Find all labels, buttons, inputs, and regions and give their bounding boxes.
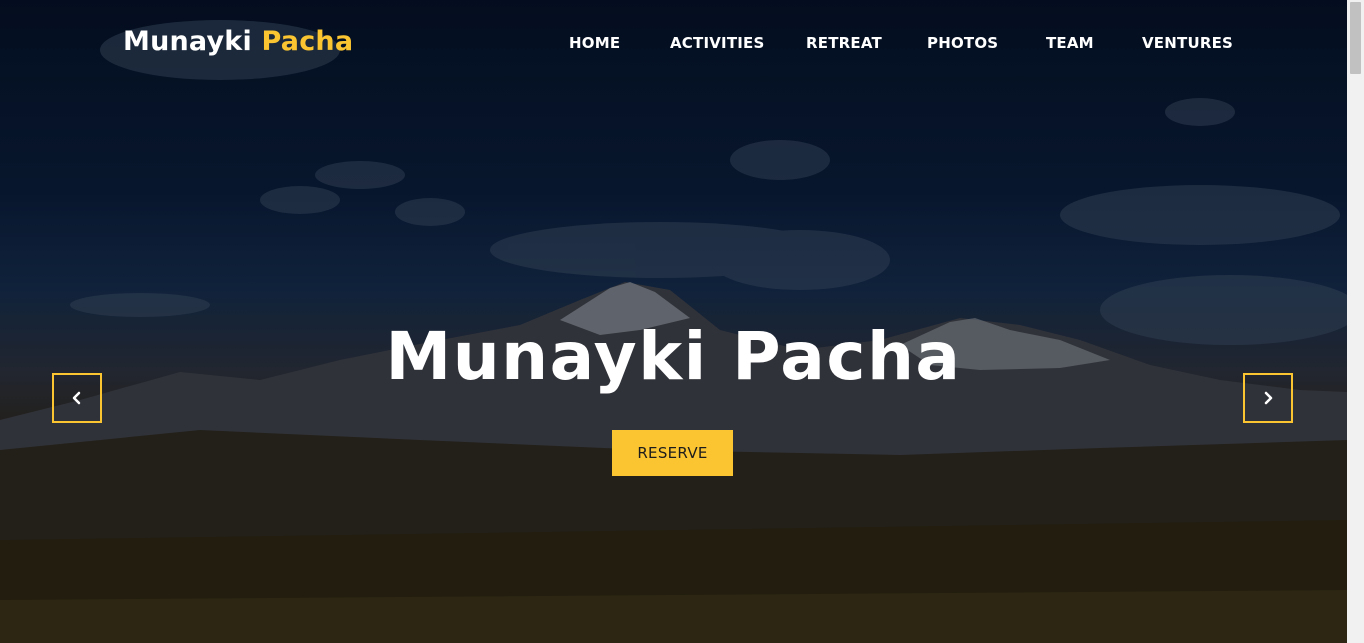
nav-ventures-link[interactable]: VENTURES — [1142, 34, 1233, 52]
hero-headline: Munayki Pacha — [385, 318, 962, 395]
logo-text-main: Munayki — [123, 26, 252, 57]
scrollbar-thumb[interactable] — [1350, 2, 1361, 74]
hero-slider: Munayki Pacha HOME ACTIVITIES RETREAT PH… — [0, 0, 1347, 643]
nav-photos-link[interactable]: PHOTOS — [927, 34, 998, 52]
slider-next-button[interactable] — [1243, 373, 1293, 423]
page-scrollbar[interactable] — [1347, 0, 1364, 643]
logo-text-accent: Pacha — [261, 26, 354, 57]
nav-home-link[interactable]: HOME — [569, 34, 620, 52]
nav-team-link[interactable]: TEAM — [1046, 34, 1094, 52]
nav-retreat-link[interactable]: RETREAT — [806, 34, 882, 52]
site-logo[interactable]: Munayki Pacha — [123, 26, 353, 57]
slider-prev-button[interactable] — [52, 373, 102, 423]
nav-activities-link[interactable]: ACTIVITIES — [670, 34, 764, 52]
chevron-right-icon — [1264, 391, 1273, 405]
chevron-left-icon — [72, 391, 81, 405]
reserve-button[interactable]: RESERVE — [612, 430, 733, 476]
